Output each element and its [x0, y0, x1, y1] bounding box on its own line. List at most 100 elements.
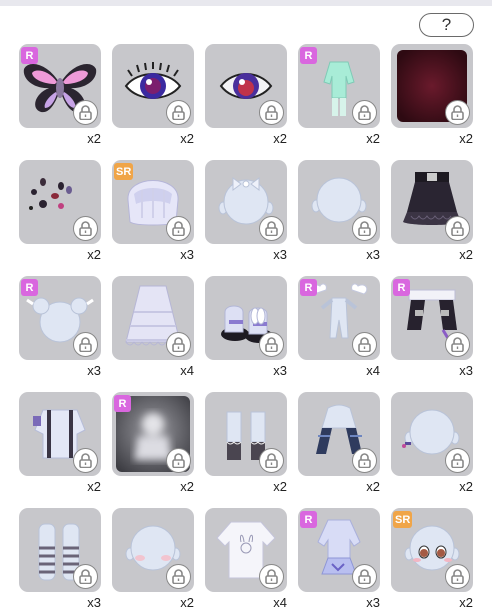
item-count: x3	[87, 595, 101, 610]
item-card[interactable]: Rx3	[19, 276, 101, 382]
item-thumbnail	[19, 508, 101, 592]
item-card[interactable]: x2	[391, 392, 473, 498]
lock-icon[interactable]	[445, 332, 470, 357]
item-thumbnail: R	[298, 44, 380, 128]
item-count: x2	[180, 595, 194, 610]
rarity-badge: R	[300, 279, 317, 296]
rarity-badge: R	[393, 279, 410, 296]
item-thumbnail	[205, 392, 287, 476]
item-card[interactable]: x2	[112, 508, 194, 614]
item-thumbnail	[19, 160, 101, 244]
item-count: x4	[273, 595, 287, 610]
item-card[interactable]: Rx2	[19, 44, 101, 150]
item-card[interactable]: x4	[112, 276, 194, 382]
lock-icon[interactable]	[166, 216, 191, 241]
item-thumbnail	[112, 276, 194, 360]
item-thumbnail: SR	[391, 508, 473, 592]
lock-icon[interactable]	[352, 216, 377, 241]
item-thumbnail	[112, 508, 194, 592]
item-count: x2	[273, 479, 287, 494]
item-card[interactable]: x2	[205, 392, 287, 498]
item-thumbnail: SR	[112, 160, 194, 244]
lock-icon[interactable]	[352, 100, 377, 125]
lock-icon[interactable]	[166, 564, 191, 589]
lock-icon[interactable]	[352, 564, 377, 589]
item-card[interactable]: x3	[205, 160, 287, 266]
item-count: x2	[180, 479, 194, 494]
item-card[interactable]: x2	[205, 44, 287, 150]
item-thumbnail: R	[391, 276, 473, 360]
item-count: x3	[366, 595, 380, 610]
item-thumbnail: R	[298, 276, 380, 360]
item-card[interactable]: x2	[19, 392, 101, 498]
item-card[interactable]: Rx3	[391, 276, 473, 382]
rarity-badge: R	[21, 279, 38, 296]
item-card[interactable]: x2	[391, 160, 473, 266]
item-card[interactable]: Rx2	[112, 392, 194, 498]
item-thumbnail: R	[19, 44, 101, 128]
lock-icon[interactable]	[445, 216, 470, 241]
lock-icon[interactable]	[73, 100, 98, 125]
item-count: x3	[366, 247, 380, 262]
item-count: x3	[87, 363, 101, 378]
item-count: x3	[273, 363, 287, 378]
lock-icon[interactable]	[259, 100, 284, 125]
lock-icon[interactable]	[73, 564, 98, 589]
item-card[interactable]: x2	[19, 160, 101, 266]
help-button[interactable]: ?	[419, 13, 474, 37]
lock-icon[interactable]	[259, 332, 284, 357]
lock-icon[interactable]	[166, 448, 191, 473]
item-card[interactable]: x2	[391, 44, 473, 150]
lock-icon[interactable]	[352, 448, 377, 473]
item-thumbnail	[391, 160, 473, 244]
lock-icon[interactable]	[259, 564, 284, 589]
rarity-badge: R	[21, 47, 38, 64]
item-count: x4	[180, 363, 194, 378]
rarity-badge: R	[300, 511, 317, 528]
item-card[interactable]: x3	[19, 508, 101, 614]
lock-icon[interactable]	[259, 216, 284, 241]
item-thumbnail	[298, 160, 380, 244]
item-thumbnail	[205, 276, 287, 360]
item-count: x2	[459, 131, 473, 146]
item-count: x3	[459, 363, 473, 378]
item-card[interactable]: Rx2	[298, 44, 380, 150]
item-count: x3	[273, 247, 287, 262]
lock-icon[interactable]	[166, 100, 191, 125]
item-card[interactable]: x3	[298, 160, 380, 266]
item-card[interactable]: x3	[205, 276, 287, 382]
item-thumbnail: R	[112, 392, 194, 476]
lock-icon[interactable]	[445, 564, 470, 589]
item-card[interactable]: x2	[298, 392, 380, 498]
item-count: x2	[366, 479, 380, 494]
item-count: x2	[87, 131, 101, 146]
item-count: x2	[180, 131, 194, 146]
lock-icon[interactable]	[352, 332, 377, 357]
item-card[interactable]: SR x3	[112, 160, 194, 266]
item-thumbnail	[205, 160, 287, 244]
lock-icon[interactable]	[73, 216, 98, 241]
item-card[interactable]: Rx4	[298, 276, 380, 382]
item-thumbnail	[112, 44, 194, 128]
item-thumbnail: R	[19, 276, 101, 360]
lock-icon[interactable]	[166, 332, 191, 357]
item-card[interactable]: x2	[112, 44, 194, 150]
lock-icon[interactable]	[259, 448, 284, 473]
item-card[interactable]: x4	[205, 508, 287, 614]
item-thumbnail	[391, 44, 473, 128]
lock-icon[interactable]	[73, 332, 98, 357]
lock-icon[interactable]	[445, 100, 470, 125]
item-thumbnail	[391, 392, 473, 476]
item-thumbnail	[205, 44, 287, 128]
item-count: x2	[87, 247, 101, 262]
lock-icon[interactable]	[445, 448, 470, 473]
item-grid: Rx2 x2 x2 Rx2 x2 x2 SR x3 x3 x3 x2 Rx3 x…	[19, 44, 473, 614]
item-card[interactable]: SR x2	[391, 508, 473, 614]
item-count: x2	[459, 595, 473, 610]
item-thumbnail	[298, 392, 380, 476]
lock-icon[interactable]	[73, 448, 98, 473]
item-card[interactable]: Rx3	[298, 508, 380, 614]
item-count: x2	[273, 131, 287, 146]
item-thumbnail: R	[298, 508, 380, 592]
item-count: x2	[459, 247, 473, 262]
